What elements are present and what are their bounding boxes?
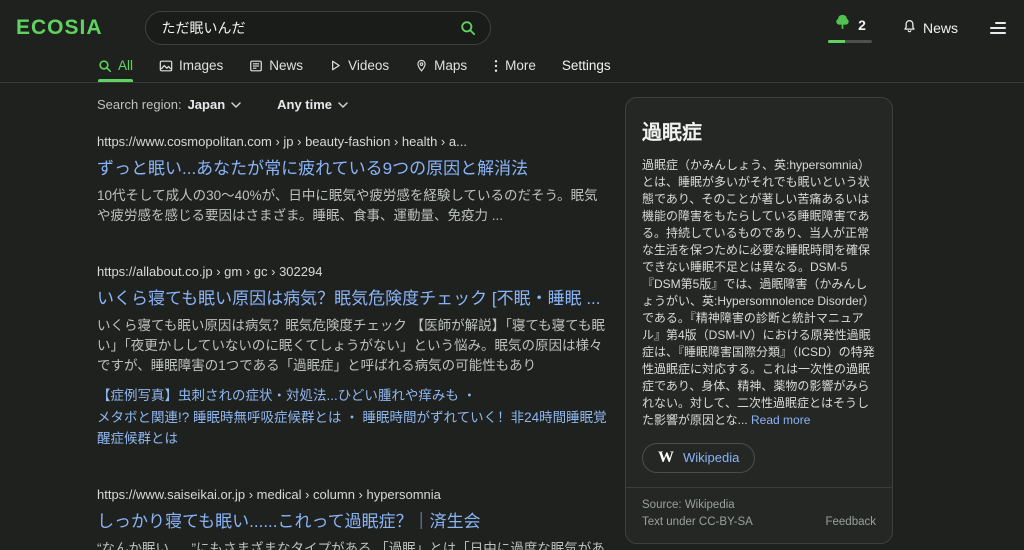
- news-link[interactable]: News: [902, 19, 958, 37]
- header: ECOSIA: [0, 0, 1024, 83]
- wikipedia-w-icon: W: [658, 450, 674, 466]
- wikipedia-button[interactable]: W Wikipedia: [642, 443, 755, 473]
- any-time-value: Any time: [277, 97, 332, 112]
- tab-maps[interactable]: Maps: [415, 58, 467, 82]
- ecosia-search-page: ECOSIA: [0, 0, 1024, 550]
- ecosia-logo[interactable]: ECOSIA: [16, 16, 103, 40]
- read-more-link[interactable]: Read more: [751, 413, 810, 427]
- result-url[interactable]: https://www.cosmopolitan.com › jp › beau…: [97, 134, 610, 149]
- news-tab-icon: [249, 59, 263, 73]
- tab-videos[interactable]: Videos: [329, 58, 389, 82]
- more-dots-icon: [493, 59, 499, 73]
- any-time-dropdown[interactable]: Any time: [277, 97, 348, 112]
- search-result: https://allabout.co.jp › gm › gc › 30229…: [97, 264, 610, 451]
- tab-all[interactable]: All: [98, 58, 133, 82]
- panel-footer: Source: Wikipedia Text under CC-BY-SA Fe…: [626, 487, 892, 544]
- sublink[interactable]: メタボと関連!? 睡眠時無呼吸症候群とは ・ 睡眠時間がずれていく！非24時間睡…: [97, 407, 610, 450]
- search-result: https://www.saiseikai.or.jp › medical › …: [97, 487, 610, 550]
- result-title-link[interactable]: いくら寝ても眠い原因は病気？眠気危険度チェック [不眠・睡眠 ...: [97, 284, 610, 309]
- search-region-label: Search region:: [97, 97, 182, 112]
- panel-source: Source: Wikipedia Text under CC-BY-SA: [642, 497, 753, 532]
- main-content: Search region: Japan Any time https://ww…: [0, 83, 1024, 550]
- result-sublinks: 【症例写真】虫刺されの症状・対処法...ひどい腫れや痒みも ・ メタボと関連!?…: [97, 385, 610, 450]
- sublink[interactable]: 【症例写真】虫刺されの症状・対処法...ひどい腫れや痒みも ・: [97, 385, 610, 407]
- result-snippet: いくら寝ても眠い原因は病気？眠気危険度チェック 【医師が解説】「寝ても寝ても眠い…: [97, 316, 610, 377]
- tree-count: 2: [858, 17, 866, 33]
- knowledge-panel: 過眠症 過眠症（かみんしょう、英:hypersomnia）とは、睡眠が多いがそれ…: [625, 97, 893, 544]
- result-snippet: “なんか眠い......”にもさまざまなタイプがある 「過眠」とは「日中に過度な…: [97, 539, 610, 550]
- settings-link[interactable]: Settings: [562, 58, 611, 82]
- menu-icon[interactable]: [988, 18, 1008, 38]
- news-label: News: [923, 20, 958, 36]
- tab-bar: All Images: [98, 46, 592, 82]
- images-icon: [159, 59, 173, 73]
- search-result: https://www.cosmopolitan.com › jp › beau…: [97, 134, 610, 227]
- filters-row: Search region: Japan Any time: [97, 97, 610, 112]
- tab-news[interactable]: News: [249, 58, 303, 82]
- license-line: Text under CC-BY-SA: [642, 514, 753, 531]
- chevron-down-icon: [338, 102, 348, 108]
- result-url[interactable]: https://allabout.co.jp › gm › gc › 30229…: [97, 264, 610, 279]
- bell-icon: [902, 19, 917, 37]
- play-icon: [329, 59, 342, 72]
- wikipedia-button-label: Wikipedia: [683, 450, 739, 465]
- result-title-link[interactable]: ずっと眠い...あなたが常に疲れている9つの原因と解消法: [97, 154, 610, 179]
- results-column: Search region: Japan Any time https://ww…: [97, 97, 610, 550]
- tab-more[interactable]: More: [493, 58, 536, 82]
- tree-icon: [834, 14, 851, 36]
- tree-counter[interactable]: 2: [828, 14, 872, 43]
- feedback-link[interactable]: Feedback: [825, 514, 876, 531]
- search-region-dropdown[interactable]: Search region: Japan: [97, 97, 241, 112]
- chevron-down-icon: [231, 102, 241, 108]
- result-snippet: 10代そして成人の30〜40%が、日中に眠気や疲労感を経験しているのだそう。眠気…: [97, 186, 610, 227]
- search-bar[interactable]: [145, 11, 491, 45]
- result-url[interactable]: https://www.saiseikai.or.jp › medical › …: [97, 487, 610, 502]
- search-region-value: Japan: [188, 97, 226, 112]
- panel-description: 過眠症（かみんしょう、英:hypersomnia）とは、睡眠が多いがそれでも眠い…: [642, 157, 876, 430]
- map-pin-icon: [415, 59, 428, 73]
- search-icon[interactable]: [460, 20, 476, 36]
- tree-progress-bar: [828, 40, 872, 43]
- source-line: Source: Wikipedia: [642, 497, 753, 514]
- result-title-link[interactable]: しっかり寝ても眠い......これって過眠症？｜済生会: [97, 507, 610, 532]
- search-tab-icon: [98, 59, 112, 73]
- search-input[interactable]: [160, 19, 460, 37]
- panel-title: 過眠症: [642, 116, 876, 145]
- tab-images[interactable]: Images: [159, 58, 223, 82]
